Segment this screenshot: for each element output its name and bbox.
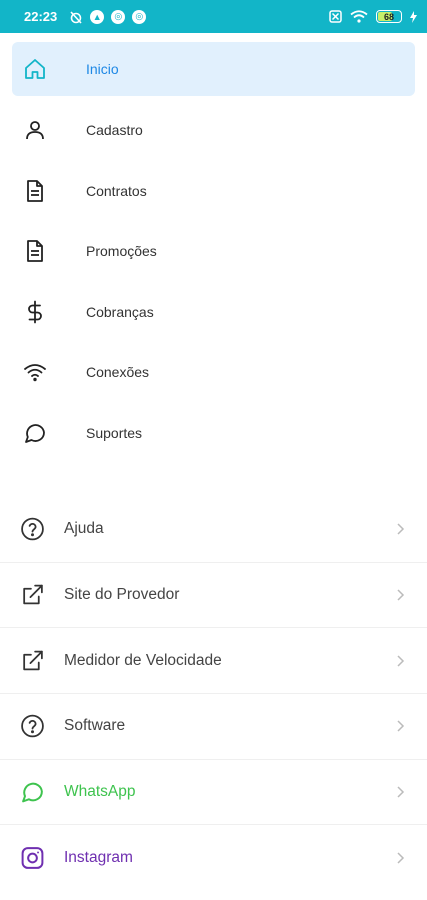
wifi-icon bbox=[24, 364, 46, 382]
menu-item-inicio[interactable]: Inicio bbox=[12, 42, 415, 96]
menu-item-suportes[interactable]: Suportes bbox=[12, 403, 415, 464]
link-ajuda[interactable]: Ajuda bbox=[0, 497, 427, 563]
sim-off-icon bbox=[329, 10, 342, 23]
help-circle-icon bbox=[21, 715, 44, 738]
link-whatsapp[interactable]: WhatsApp bbox=[0, 760, 427, 826]
whatsapp-icon bbox=[22, 782, 43, 803]
menu-item-cadastro[interactable]: Cadastro bbox=[12, 100, 415, 161]
wifi-signal-icon bbox=[350, 10, 368, 23]
help-circle-icon bbox=[21, 518, 44, 541]
instagram-icon bbox=[21, 847, 44, 870]
charging-icon bbox=[410, 10, 417, 23]
menu-item-label: Cadastro bbox=[86, 122, 143, 139]
battery-level: 68 bbox=[383, 11, 394, 22]
dollar-icon bbox=[28, 300, 42, 324]
link-medidor-de-velocidade[interactable]: Medidor de Velocidade bbox=[0, 628, 427, 695]
link-label: Site do Provedor bbox=[64, 586, 180, 604]
link-label: Instagram bbox=[64, 849, 133, 867]
status-bar: 22:23 ▲ ◎ ◎ 68 bbox=[0, 0, 427, 33]
menu-item-label: Contratos bbox=[86, 182, 147, 199]
chevron-right-icon bbox=[397, 720, 405, 732]
chevron-right-icon bbox=[397, 589, 405, 601]
external-link-icon bbox=[23, 650, 43, 670]
menu-item-label: Suportes bbox=[86, 424, 143, 441]
link-software[interactable]: Software bbox=[0, 694, 427, 760]
link-site-do-provedor[interactable]: Site do Provedor bbox=[0, 563, 427, 629]
home-icon bbox=[25, 59, 45, 79]
battery-icon: 68 bbox=[376, 10, 402, 23]
menu-item-label: Cobranças bbox=[86, 303, 154, 320]
menu-item-cobrancas[interactable]: Cobranças bbox=[12, 282, 415, 343]
app-notification-icon: ▲ bbox=[90, 9, 105, 24]
document-icon bbox=[27, 179, 43, 202]
link-label: Software bbox=[64, 717, 126, 735]
menu-item-label: Promoções bbox=[86, 243, 157, 260]
alarm-off-icon bbox=[70, 10, 82, 24]
chevron-right-icon bbox=[397, 523, 405, 535]
menu-item-label: Inicio bbox=[86, 61, 119, 77]
menu-item-contratos[interactable]: Contratos bbox=[12, 161, 415, 222]
link-instagram[interactable]: Instagram bbox=[0, 825, 427, 891]
user-icon bbox=[26, 121, 44, 140]
external-link-icon bbox=[23, 584, 43, 605]
document-icon bbox=[27, 240, 43, 263]
chevron-right-icon bbox=[397, 655, 405, 667]
drawer-menu: Inicio Cadastro Contratos Promoções Cobr… bbox=[0, 40, 427, 463]
app-notification-icon: ◎ bbox=[111, 9, 126, 24]
status-time: 22:23 bbox=[24, 9, 58, 24]
link-label: WhatsApp bbox=[64, 783, 136, 801]
chevron-right-icon bbox=[397, 786, 405, 798]
menu-item-label: Conexões bbox=[86, 364, 150, 381]
link-label: Medidor de Velocidade bbox=[64, 651, 222, 669]
link-label: Ajuda bbox=[64, 520, 104, 538]
menu-item-conexoes[interactable]: Conexões bbox=[12, 342, 415, 403]
notification-icons: ▲ ◎ ◎ bbox=[69, 9, 147, 24]
chat-bubble-icon bbox=[25, 423, 45, 443]
chevron-right-icon bbox=[397, 852, 405, 864]
app-notification-icon: ◎ bbox=[132, 9, 147, 24]
menu-item-promocoes[interactable]: Promoções bbox=[12, 221, 415, 282]
links-list: Ajuda Site do Provedor Medidor de Veloci… bbox=[0, 497, 427, 891]
